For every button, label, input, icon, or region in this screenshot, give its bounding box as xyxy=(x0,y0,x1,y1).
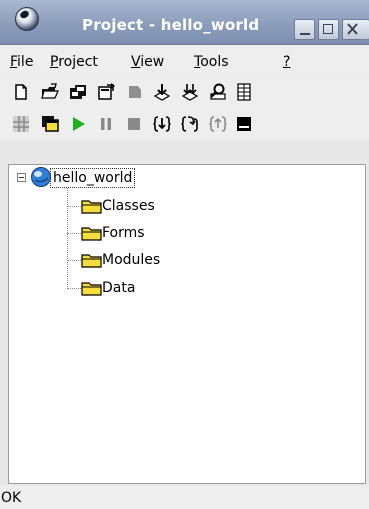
tree-root-label[interactable]: hello_world xyxy=(50,168,136,188)
folder-icon xyxy=(81,282,102,296)
grid-icon[interactable] xyxy=(11,114,31,134)
tree-connector xyxy=(67,288,81,289)
step-over-icon[interactable] xyxy=(180,114,200,134)
minimize-button[interactable] xyxy=(294,19,315,40)
download-all-icon[interactable] xyxy=(180,82,200,102)
step-into-icon[interactable] xyxy=(152,114,172,134)
open-folder-icon[interactable] xyxy=(40,82,60,102)
menu-help[interactable]: ? xyxy=(283,54,290,70)
folder-icon xyxy=(81,254,102,268)
tree-item-forms[interactable]: Forms xyxy=(102,224,145,242)
properties-icon[interactable] xyxy=(96,82,116,102)
folder-icon xyxy=(81,227,102,241)
disabled-icon[interactable] xyxy=(124,82,144,102)
minimize-icon xyxy=(300,33,310,35)
menu-project[interactable]: Project xyxy=(50,54,98,70)
tree-item-data[interactable]: Data xyxy=(102,279,135,297)
title-bar[interactable]: Project - hello_world xyxy=(0,0,369,45)
menu-file[interactable]: File xyxy=(10,54,33,70)
run-icon[interactable] xyxy=(68,114,88,134)
save-project-icon[interactable] xyxy=(68,82,88,102)
pause-icon[interactable] xyxy=(96,114,116,134)
window-title: Project - hello_world xyxy=(82,16,260,34)
tree-connector xyxy=(67,206,81,207)
status-bar: OK xyxy=(0,486,369,509)
menu-bar: File Project View Tools ? xyxy=(0,45,369,75)
table-icon[interactable] xyxy=(234,82,254,102)
new-file-icon[interactable] xyxy=(11,82,31,102)
collapse-toggle[interactable] xyxy=(17,173,26,182)
tree-connector xyxy=(67,233,81,234)
close-icon xyxy=(347,23,358,35)
project-window: Project - hello_world File Project View … xyxy=(0,0,369,509)
debug-toolbar xyxy=(0,108,369,140)
menu-view[interactable]: View xyxy=(131,54,164,70)
tree-item-modules[interactable]: Modules xyxy=(102,251,160,269)
maximize-icon xyxy=(323,24,333,34)
project-root-icon xyxy=(31,167,51,187)
find-icon[interactable] xyxy=(208,82,228,102)
stop-icon[interactable] xyxy=(124,114,144,134)
menu-tools[interactable]: Tools xyxy=(194,54,229,70)
step-out-icon[interactable] xyxy=(208,114,228,134)
status-text: OK xyxy=(1,490,22,506)
download-icon[interactable] xyxy=(152,82,172,102)
maximize-button[interactable] xyxy=(318,19,339,40)
tree-item-classes[interactable]: Classes xyxy=(102,197,155,215)
app-icon[interactable] xyxy=(15,7,39,31)
main-toolbar xyxy=(0,76,369,108)
console-icon[interactable] xyxy=(234,114,254,134)
close-button[interactable] xyxy=(342,19,369,40)
tree-connector xyxy=(67,260,81,261)
window-icon[interactable] xyxy=(40,114,60,134)
folder-icon xyxy=(81,200,102,214)
project-tree[interactable] xyxy=(8,164,366,484)
tree-connector xyxy=(67,188,68,289)
